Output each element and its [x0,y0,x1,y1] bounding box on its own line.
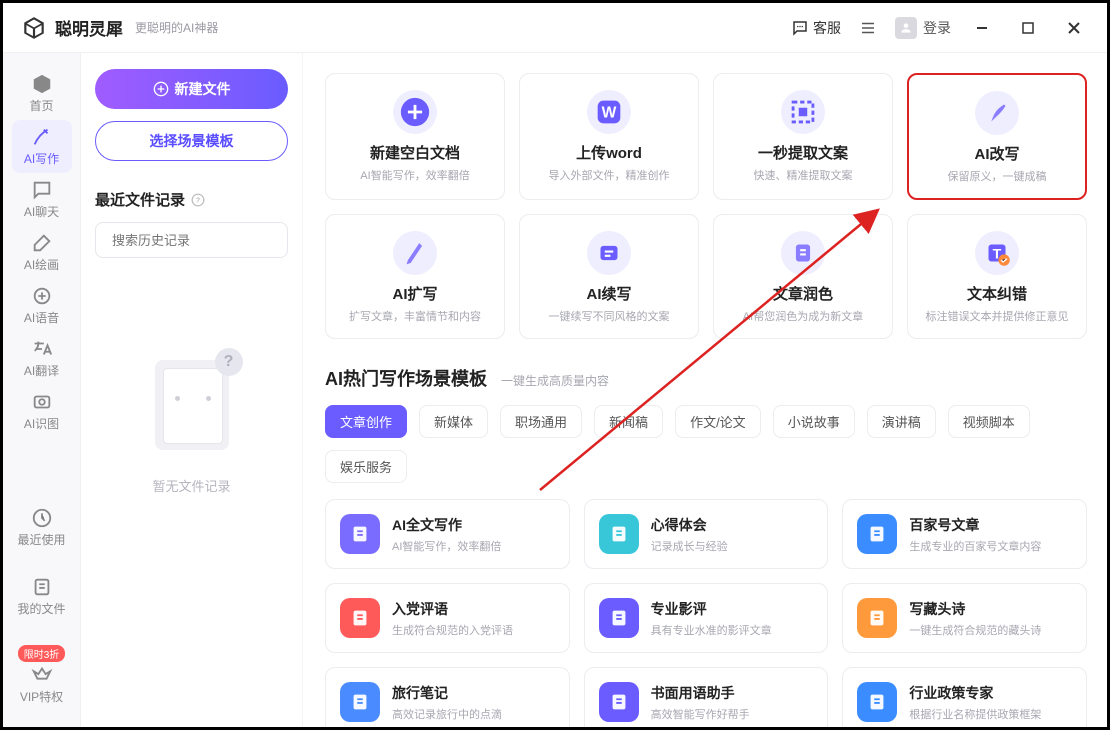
svg-text:?: ? [196,197,200,204]
svg-text:W: W [602,105,617,122]
template-card-6[interactable]: 旅行笔记高效记录旅行中的点滴 [325,667,570,727]
hot-templates-heading: AI热门写作场景模板 一键生成高质量内容 [325,365,1087,391]
template-card-2[interactable]: 百家号文章生成专业的百家号文章内容 [842,499,1087,569]
nav-item-myfiles[interactable]: 我的文件 [12,570,72,623]
myfiles-icon [31,576,53,598]
hamburger-menu-button[interactable] [857,17,879,39]
template-card-7[interactable]: 书面用语助手高效智能写作好帮手 [584,667,829,727]
template-icon [599,514,639,554]
action-card-1[interactable]: W上传word导入外部文件，精准创作 [519,73,699,200]
chat-bubble-icon [791,19,809,37]
files-column: 新建文件 选择场景模板 最近文件记录 ? ? 暂无文件记录 [81,53,303,727]
tab-8[interactable]: 娱乐服务 [325,450,407,483]
chat-icon [31,179,53,201]
tab-0[interactable]: 文章创作 [325,405,407,438]
action-card-4[interactable]: AI扩写扩写文章，丰富情节和内容 [325,214,505,339]
nav-item-write[interactable]: AI写作 [12,120,72,173]
search-history-box[interactable] [95,222,288,258]
tab-1[interactable]: 新媒体 [419,405,488,438]
window-close-button[interactable] [1059,14,1089,42]
word-icon: W [587,90,631,134]
clipboard-icon: ? [145,348,239,458]
login-button[interactable]: 登录 [895,17,951,39]
template-card-8[interactable]: 行业政策专家根据行业名称提供政策框架 [842,667,1087,727]
new-file-button[interactable]: 新建文件 [95,69,288,109]
app-logo-icon [21,15,47,41]
template-icon [857,682,897,722]
action-card-0[interactable]: 新建空白文档AI智能写作，效率翻倍 [325,73,505,200]
polish-icon [781,231,825,275]
template-card-5[interactable]: 写藏头诗一键生成符合规范的藏头诗 [842,583,1087,653]
tab-3[interactable]: 新闻稿 [594,405,663,438]
recent-icon [31,507,53,529]
tab-4[interactable]: 作文/论文 [675,405,761,438]
choose-template-button[interactable]: 选择场景模板 [95,121,288,161]
nav-item-voice[interactable]: AI语音 [12,279,72,332]
template-card-0[interactable]: AI全文写作AI智能写作，效率翻倍 [325,499,570,569]
window-maximize-button[interactable] [1013,14,1043,42]
voice-icon [31,285,53,307]
nav-item-home[interactable]: 首页 [12,67,72,120]
action-card-6[interactable]: 文章润色AI帮您润色为成为新文章 [713,214,893,339]
template-icon [599,682,639,722]
continue-icon [587,231,631,275]
avatar-icon [895,17,917,39]
extract-icon [781,90,825,134]
template-icon [340,682,380,722]
tab-6[interactable]: 演讲稿 [867,405,936,438]
template-icon [599,598,639,638]
img-icon [31,391,53,413]
tab-2[interactable]: 职场通用 [500,405,582,438]
template-card-4[interactable]: 专业影评具有专业水准的影评文章 [584,583,829,653]
action-card-3[interactable]: AI改写保留原义，一键成稿 [907,73,1087,200]
action-card-7[interactable]: T文本纠错标注错误文本并提供修正意见 [907,214,1087,339]
nav-item-paint[interactable]: AI绘画 [12,226,72,279]
plus-icon [393,90,437,134]
template-card-1[interactable]: 心得体会记录成长与经验 [584,499,829,569]
nav-item-trans[interactable]: AI翻译 [12,332,72,385]
template-icon [857,514,897,554]
recent-files-heading: 最近文件记录 ? [95,189,288,210]
title-bar: 聪明灵犀 更聪明的AI神器 客服 登录 [3,3,1107,53]
app-tagline: 更聪明的AI神器 [135,19,218,36]
tab-5[interactable]: 小说故事 [773,405,855,438]
correct-icon: T [975,231,1019,275]
empty-state: ? 暂无文件记录 [95,348,288,495]
action-card-5[interactable]: AI续写一键续写不同风格的文案 [519,214,699,339]
template-icon [340,598,380,638]
paint-icon [31,232,53,254]
write-icon [31,126,53,148]
template-card-3[interactable]: 入党评语生成符合规范的入党评语 [325,583,570,653]
nav-item-img[interactable]: AI识图 [12,385,72,438]
expand-icon [393,231,437,275]
template-icon [340,514,380,554]
window-minimize-button[interactable] [967,14,997,42]
home-icon [31,73,53,95]
nav-item-vip[interactable]: 限时3折VIP特权 [12,639,72,711]
vip-icon [31,664,53,686]
content-area: 新建空白文档AI智能写作，效率翻倍W上传word导入外部文件，精准创作一秒提取文… [303,53,1107,727]
vip-badge: 限时3折 [18,645,66,662]
left-navigation: 首页AI写作AI聊天AI绘画AI语音AI翻译AI识图 最近使用我的文件限时3折V… [3,53,81,727]
tab-7[interactable]: 视频脚本 [948,405,1030,438]
action-card-2[interactable]: 一秒提取文案快速、精准提取文案 [713,73,893,200]
help-icon[interactable]: ? [191,193,205,207]
app-name: 聪明灵犀 [55,15,123,40]
customer-service-button[interactable]: 客服 [791,18,841,38]
plus-circle-icon [153,81,169,97]
nav-item-recent[interactable]: 最近使用 [12,501,72,554]
nav-item-chat[interactable]: AI聊天 [12,173,72,226]
template-icon [857,598,897,638]
trans-icon [31,338,53,360]
search-history-input[interactable] [112,233,288,248]
rewrite-icon [975,91,1019,135]
